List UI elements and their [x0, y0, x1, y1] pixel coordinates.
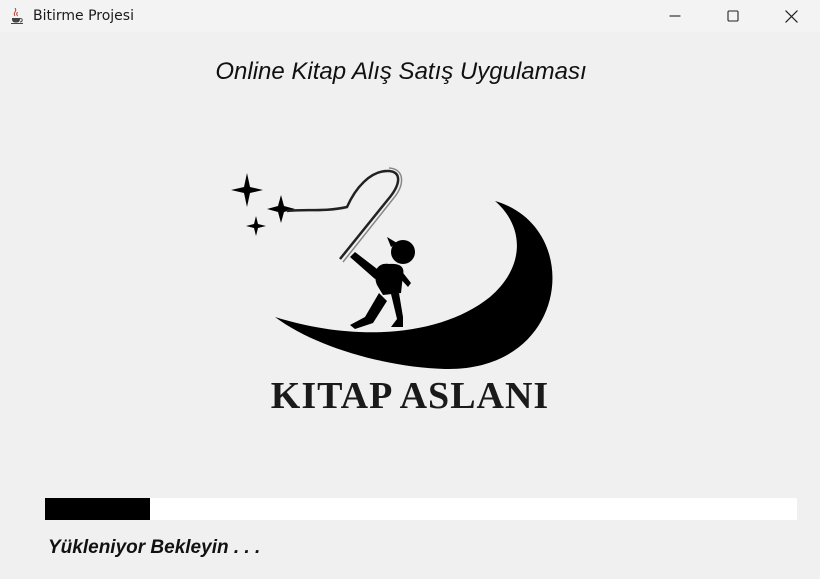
loading-progress-bar [45, 498, 797, 520]
maximize-icon [727, 10, 739, 22]
app-heading: Online Kitap Alış Satış Uygulaması [215, 58, 587, 85]
crescent-moon-icon [275, 201, 553, 370]
minimize-button[interactable] [646, 0, 704, 32]
title-bar[interactable]: Bitirme Projesi [0, 0, 820, 32]
star-icon [267, 195, 295, 223]
star-icon [231, 173, 263, 207]
star-icon [246, 216, 266, 236]
progress-fill [45, 498, 151, 520]
maximize-button[interactable] [704, 0, 762, 32]
loading-status-text: Yükleniyor Bekleyin . . . [48, 537, 261, 558]
brand-name: KITAP ASLANI [270, 375, 550, 417]
minimize-icon [669, 15, 681, 17]
window-title: Bitirme Projesi [33, 8, 134, 24]
splash-panel: Online Kitap Alış Satış Uygulaması KITAP… [0, 32, 820, 579]
close-icon [784, 9, 798, 23]
close-button[interactable] [762, 0, 820, 32]
boy-silhouette [350, 237, 415, 329]
java-coffee-icon [11, 8, 23, 24]
